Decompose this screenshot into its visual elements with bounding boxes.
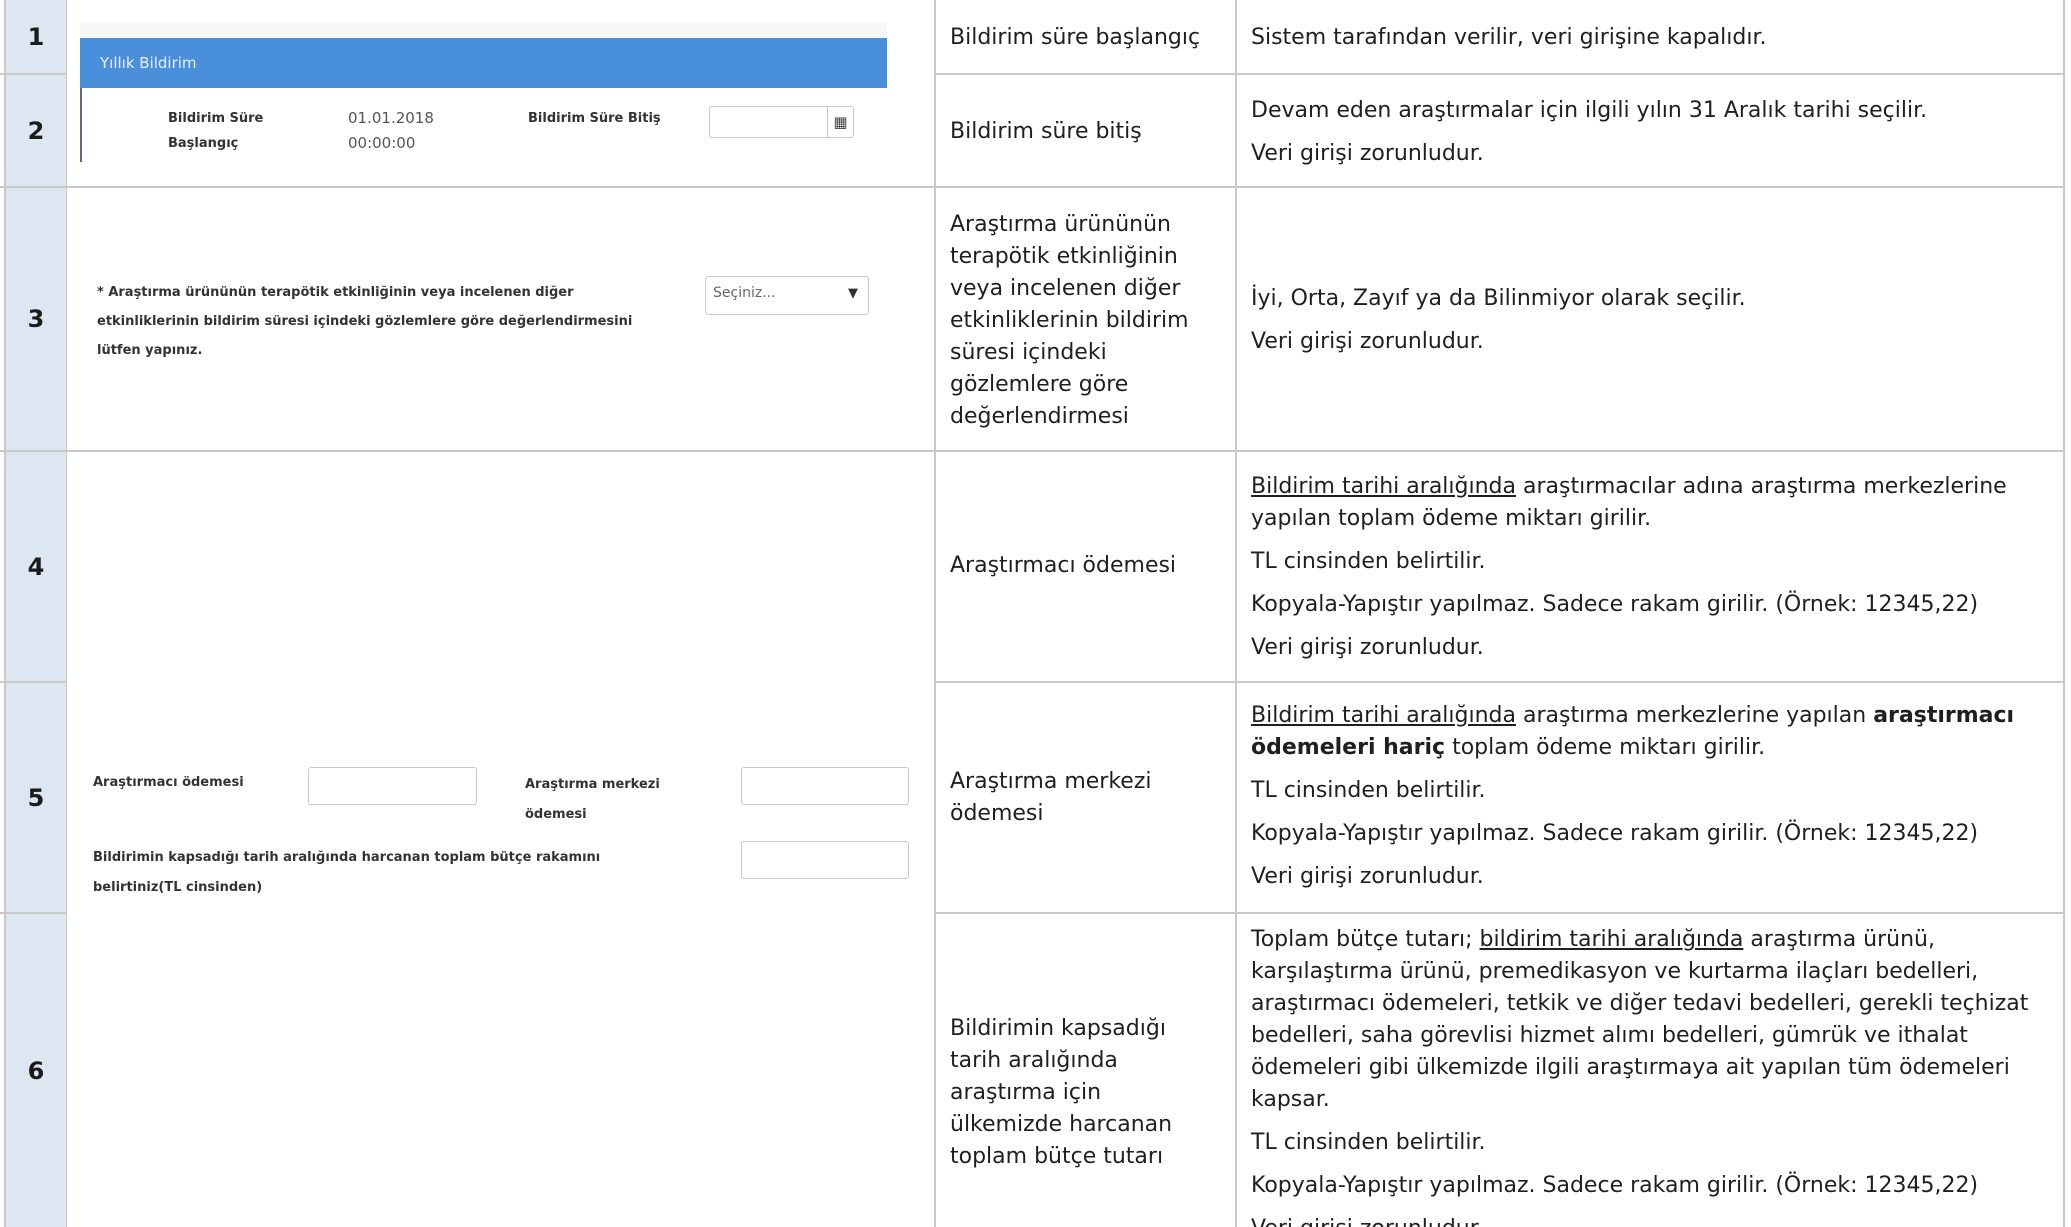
- description-line: TL cinsinden belirtilir.: [1251, 549, 1486, 574]
- evaluation-label-line: * Araştırma ürününün terapötik etkinliği…: [97, 285, 574, 300]
- description-line: İyi, Orta, Zayıf ya da Bilinmiyor olarak…: [1251, 286, 1746, 311]
- description-text: Toplam bütçe tutarı;: [1251, 927, 1480, 952]
- row-divider: [935, 912, 2065, 914]
- field-description: İyi, Orta, Zayıf ya da Bilinmiyor olarak…: [1251, 283, 2056, 369]
- field-description: Sistem tarafından verilir, veri girişine…: [1251, 22, 2056, 65]
- total-budget-input[interactable]: [741, 841, 909, 879]
- description-line: Veri girişi zorunludur.: [1251, 141, 1484, 166]
- field-label: Bildirim süre bitiş: [950, 119, 1142, 144]
- total-budget-label-line: Bildirimin kapsadığı tarih aralığında ha…: [93, 850, 601, 865]
- col-divider: [934, 0, 936, 1227]
- center-payment-label-line: Araştırma merkezi: [525, 777, 660, 792]
- description-line: TL cinsinden belirtilir.: [1251, 778, 1486, 803]
- evaluation-label-line: lütfen yapınız.: [97, 343, 203, 358]
- total-budget-label-line: belirtiniz(TL cinsinden): [93, 880, 263, 895]
- underlined-text: Bildirim tarihi aralığında: [1251, 474, 1516, 499]
- row-divider: [935, 681, 2065, 683]
- center-payment-label: Araştırma merkezi ödemesi: [525, 770, 660, 830]
- description-text: araştırma ürünü, karşılaştırma ürünü, pr…: [1251, 927, 2029, 1112]
- row-number: 4: [27, 552, 45, 581]
- start-date-label-line: Başlangıç: [168, 136, 239, 151]
- row-number: 3: [27, 305, 45, 333]
- start-date-label: Bildirim Süre Başlangıç: [168, 106, 263, 156]
- field-label: Araştırma ürününün terapötik etkinliğini…: [950, 212, 1189, 429]
- col-divider: [2063, 0, 2065, 1227]
- calendar-icon[interactable]: ▦: [827, 107, 853, 137]
- underlined-text: bildirim tarihi aralığında: [1479, 927, 1744, 952]
- center-payment-label-line: ödemesi: [525, 807, 587, 822]
- description-line: Veri girişi zorunludur.: [1251, 1213, 2056, 1227]
- description-paragraph: Bildirim tarihi aralığında araştırma mer…: [1251, 700, 2056, 764]
- start-date-value-line: 01.01.2018: [348, 109, 434, 127]
- start-time-value-line: 00:00:00: [348, 134, 416, 152]
- panel-title: Yıllık Bildirim: [100, 54, 197, 72]
- row-number: 2: [27, 116, 45, 145]
- researcher-payment-label: Araştırmacı ödemesi: [93, 775, 244, 790]
- row-divider: [0, 186, 2065, 188]
- description-text: toplam ödeme miktarı girilir.: [1445, 735, 1766, 760]
- panel-border: [80, 88, 82, 162]
- end-date-input[interactable]: ▦: [709, 106, 854, 138]
- end-date-label: Bildirim Süre Bitiş: [528, 111, 661, 126]
- underlined-text: Bildirim tarihi aralığında: [1251, 703, 1516, 728]
- row-number: 6: [27, 1056, 45, 1085]
- caret-down-icon: ▼: [848, 286, 858, 301]
- field-label: Araştırmacı ödemesi: [950, 553, 1177, 578]
- center-payment-input[interactable]: [741, 767, 909, 805]
- description-line: TL cinsinden belirtilir.: [1251, 1130, 1486, 1155]
- evaluation-question-label: * Araştırma ürününün terapötik etkinliği…: [97, 278, 697, 365]
- panel-header: Yıllık Bildirim: [80, 38, 887, 88]
- evaluation-label-line: etkinliklerinin bildirim süresi içindeki…: [97, 314, 633, 329]
- description-line: Veri girişi zorunludur.: [1251, 635, 1484, 660]
- field-description: Bildirim tarihi aralığında araştırma mer…: [1251, 700, 2056, 904]
- start-date-label-line: Bildirim Süre: [168, 111, 264, 126]
- evaluation-select[interactable]: Seçiniz... ▼: [705, 276, 869, 315]
- description-line: Veri girişi zorunludur.: [1251, 864, 1484, 889]
- col-divider: [1235, 0, 1237, 1227]
- row-divider: [0, 450, 2065, 452]
- field-description: Devam eden araştırmalar için ilgili yılı…: [1251, 95, 2056, 181]
- description-line: Kopyala-Yapıştır yapılmaz. Sadece rakam …: [1251, 592, 1979, 617]
- row-number-cell: 3: [6, 188, 66, 450]
- description-paragraph: Bildirim tarihi aralığında araştırmacıla…: [1251, 471, 2056, 535]
- start-date-value: 01.01.2018 00:00:00: [348, 106, 434, 156]
- field-description: Bildirim tarihi aralığında araştırmacıla…: [1251, 471, 2056, 675]
- description-line: Devam eden araştırmalar için ilgili yılı…: [1251, 98, 1928, 123]
- row-number-cell: 2: [6, 75, 66, 186]
- description-line: Sistem tarafından verilir, veri girişine…: [1251, 25, 1767, 50]
- total-budget-label: Bildirimin kapsadığı tarih aralığında ha…: [93, 843, 600, 903]
- researcher-payment-input[interactable]: [308, 767, 477, 805]
- description-line: Kopyala-Yapıştır yapılmaz. Sadece rakam …: [1251, 1173, 1979, 1198]
- row-number-cell: 1: [6, 0, 66, 73]
- description-line: Kopyala-Yapıştır yapılmaz. Sadece rakam …: [1251, 821, 1979, 846]
- select-value: Seçiniz...: [713, 285, 776, 301]
- description-paragraph: Toplam bütçe tutarı; bildirim tarihi ara…: [1251, 924, 2056, 1116]
- row-number: 1: [27, 22, 45, 51]
- field-label: Bildirimin kapsadığı tarih aralığında ar…: [950, 1016, 1173, 1169]
- row-divider: [935, 73, 2065, 75]
- row-number-cell: 5: [6, 683, 66, 912]
- field-label: Bildirim süre başlangıç: [950, 25, 1201, 50]
- description-text: araştırma merkezlerine yapılan: [1516, 703, 1874, 728]
- description-line: Veri girişi zorunludur.: [1251, 329, 1484, 354]
- row-number-cell: 6: [6, 914, 66, 1227]
- row-number: 5: [27, 783, 45, 812]
- row-number-cell: 4: [6, 452, 66, 681]
- field-label: Araştırma merkezi ödemesi: [950, 769, 1152, 826]
- field-description: Toplam bütçe tutarı; bildirim tarihi ara…: [1251, 924, 2056, 1227]
